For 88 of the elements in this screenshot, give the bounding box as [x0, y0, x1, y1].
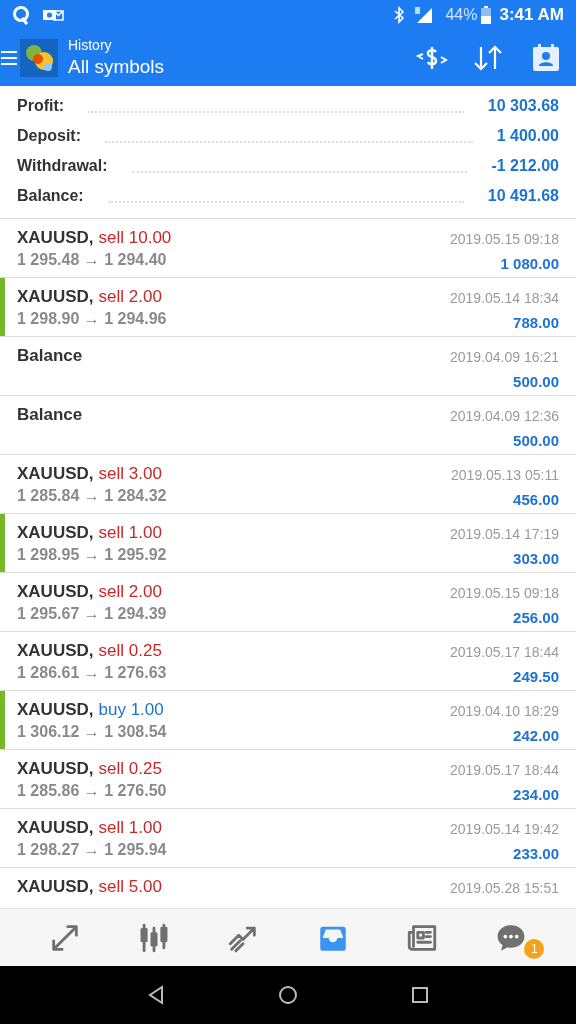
history-row[interactable]: XAUUSD, sell 3.00 1 285.84 → 1 284.32 2019.05.13 05:11 456.00 — [0, 455, 576, 514]
symbol-label: XAUUSD, — [17, 640, 94, 662]
profit-value: 456.00 — [513, 490, 559, 510]
summary-value: -1 212.00 — [491, 156, 559, 176]
history-row[interactable]: XAUUSD, sell 0.25 1 286.61 → 1 276.63 2019.05.17 18:44 249.50 — [0, 632, 576, 691]
summary-label: Withdrawal: — [17, 156, 108, 176]
profit-value: 242.00 — [513, 726, 559, 746]
summary-value: 10 491.68 — [487, 186, 559, 206]
symbol-label: XAUUSD, — [17, 227, 94, 249]
deal-time: 2019.05.14 17:19 — [450, 525, 559, 544]
summary-label: Profit: — [17, 96, 65, 116]
back-icon[interactable] — [146, 985, 165, 1005]
symbol-label: XAUUSD, — [17, 817, 94, 839]
history-row[interactable]: Balance 2019.04.09 12:36 500.00 — [0, 396, 576, 455]
order-type: sell 0.25 — [98, 758, 162, 780]
deal-time: 2019.05.17 18:44 — [450, 761, 559, 780]
signal-icon — [413, 6, 434, 24]
price-range: 1 295.67 → 1 294.39 — [17, 604, 168, 625]
order-type: sell 2.00 — [98, 286, 162, 308]
order-type: sell 0.25 — [98, 640, 162, 662]
recents-icon[interactable] — [411, 986, 430, 1004]
battery-percent: 44% — [445, 5, 478, 25]
price-range: 1 298.27 → 1 295.94 — [17, 840, 168, 861]
summary-label: Balance: — [17, 186, 84, 206]
profit-value: 500.00 — [513, 372, 559, 392]
symbol-label: XAUUSD, — [17, 581, 94, 603]
deal-time: 2019.05.13 05:11 — [451, 466, 559, 485]
deal-time: 2019.05.17 18:44 — [450, 643, 559, 662]
profit-value: 1 080.00 — [500, 254, 559, 274]
notification-badge: 1 — [524, 938, 545, 959]
order-type: sell 1.00 — [98, 817, 162, 839]
mail-icon — [42, 7, 64, 23]
order-type: sell 3.00 — [98, 463, 162, 485]
profit-value: 233.00 — [513, 844, 559, 864]
symbol-label: XAUUSD, — [17, 522, 94, 544]
price-range: 1 285.86 → 1 276.50 — [17, 781, 168, 802]
screen-title: History — [68, 37, 113, 55]
battery-icon — [481, 6, 492, 24]
order-type: sell 2.00 — [98, 581, 162, 603]
deal-time: 2019.05.14 19:42 — [450, 820, 559, 839]
deal-time: 2019.05.15 09:18 — [450, 584, 559, 603]
summary-label: Deposit: — [17, 126, 81, 146]
summary-value: 1 400.00 — [496, 126, 559, 146]
history-row[interactable]: XAUUSD, sell 1.00 1 298.27 → 1 295.94 2019.05.14 19:42 233.00 — [0, 809, 576, 868]
deal-time: 2019.05.28 15:51 — [450, 879, 559, 898]
app-logo-icon — [20, 39, 58, 77]
deal-time: 2019.04.10 18:29 — [450, 702, 559, 721]
history-row[interactable]: XAUUSD, buy 1.00 1 306.12 → 1 308.54 2019.04.10 18:29 242.00 — [0, 691, 576, 750]
deal-time: 2019.04.09 12:36 — [450, 407, 559, 426]
menu-icon[interactable] — [1, 51, 17, 65]
symbol-label: Balance — [17, 404, 83, 426]
order-type: buy 1.00 — [98, 699, 164, 721]
deal-time: 2019.05.14 18:34 — [450, 289, 559, 308]
history-row[interactable]: Balance 2019.04.09 16:21 500.00 — [0, 337, 576, 396]
profit-value: 249.50 — [513, 667, 559, 687]
price-range: 1 306.12 → 1 308.54 — [17, 722, 168, 743]
symbol-label: XAUUSD, — [17, 463, 94, 485]
profit-value: 788.00 — [513, 313, 559, 333]
profit-value: 303.00 — [513, 549, 559, 569]
clock: 3:41 AM — [499, 4, 564, 27]
order-type: sell 1.00 — [98, 522, 162, 544]
symbol-label: XAUUSD, — [17, 699, 94, 721]
symbol-label: XAUUSD, — [17, 286, 94, 308]
history-row[interactable]: XAUUSD, sell 10.00 1 295.48 → 1 294.40 2019.05.15 09:18 1 080.00 — [0, 219, 576, 278]
summary-value: 10 303.68 — [487, 96, 559, 116]
history-row[interactable]: XAUUSD, sell 2.00 1 295.67 → 1 294.39 2019.05.15 09:18 256.00 — [0, 573, 576, 632]
price-range: 1 298.90 → 1 294.96 — [17, 309, 168, 330]
profit-value: 234.00 — [513, 785, 559, 805]
symbol-label: XAUUSD, — [17, 758, 94, 780]
symbol-label: XAUUSD, — [17, 876, 94, 898]
profit-value: 256.00 — [513, 608, 559, 628]
symbol-label: Balance — [17, 345, 83, 367]
order-type: sell 10.00 — [98, 227, 172, 249]
filter-subtitle[interactable]: All symbols — [68, 54, 165, 79]
history-row[interactable]: XAUUSD, sell 1.00 1 298.95 → 1 295.92 2019.05.14 17:19 303.00 — [0, 514, 576, 573]
price-range: 1 285.84 → 1 284.32 — [17, 486, 168, 507]
deal-time: 2019.04.09 16:21 — [450, 348, 559, 367]
bluetooth-icon — [393, 6, 406, 24]
profit-value: 500.00 — [513, 431, 559, 451]
order-type: sell 5.00 — [98, 876, 162, 898]
price-range: 1 298.95 → 1 295.92 — [17, 545, 168, 566]
history-row[interactable]: XAUUSD, sell 0.25 1 285.86 → 1 276.50 2019.05.17 18:44 234.00 — [0, 750, 576, 809]
home-icon[interactable] — [278, 985, 298, 1005]
price-range: 1 295.48 → 1 294.40 — [17, 250, 168, 271]
price-range: 1 286.61 → 1 276.63 — [17, 663, 168, 684]
deal-time: 2019.05.15 09:18 — [450, 230, 559, 249]
history-row[interactable]: XAUUSD, sell 2.00 1 298.90 → 1 294.96 2019.05.14 18:34 788.00 — [0, 278, 576, 337]
q-app-icon — [12, 5, 30, 25]
